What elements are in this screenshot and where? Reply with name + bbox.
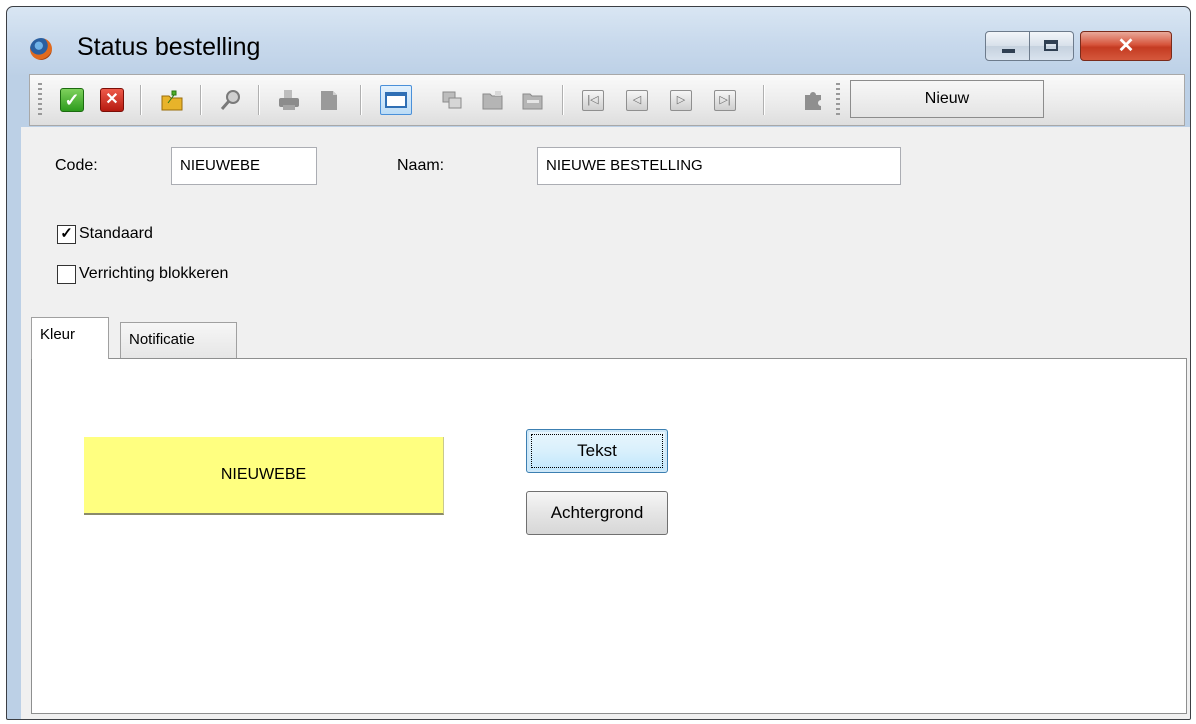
search-button[interactable] — [219, 88, 243, 112]
app-icon — [30, 38, 52, 60]
toolbar-separator — [200, 85, 201, 115]
form-area: Code: NIEUWEBE Naam: NIEUWE BESTELLING ✓… — [21, 127, 1190, 719]
record-state-display: Nieuw — [850, 80, 1044, 118]
first-record-icon: |◁ — [587, 94, 599, 106]
puzzle-icon — [805, 92, 821, 110]
code-input[interactable]: NIEUWEBE — [171, 147, 317, 185]
cancel-button[interactable]: ✕ — [100, 88, 124, 112]
folder-icon — [522, 93, 543, 110]
toolbar-grip[interactable] — [836, 83, 840, 117]
folder-open-icon — [482, 91, 503, 110]
check-icon: ✓ — [64, 90, 80, 110]
maximize-icon — [1044, 40, 1058, 51]
first-record-button[interactable]: |◁ — [582, 90, 604, 111]
next-record-icon: ▷ — [676, 94, 686, 106]
background-color-button[interactable]: Achtergrond — [526, 491, 668, 535]
toolbar-grip[interactable] — [38, 83, 42, 117]
confirm-button[interactable]: ✓ — [60, 88, 84, 112]
standard-label[interactable]: Standaard — [79, 225, 153, 243]
color-tab-panel: NIEUWEBE Tekst Achtergrond — [31, 358, 1187, 714]
name-label: Naam: — [397, 157, 445, 174]
magnifier-icon — [220, 90, 240, 110]
printer-icon — [279, 90, 299, 110]
maximize-button[interactable] — [1030, 31, 1074, 61]
title-bar[interactable]: Status bestelling ✕ — [7, 7, 1190, 75]
background-color-button-label: Achtergrond — [550, 503, 644, 522]
document-button[interactable] — [317, 88, 341, 112]
closed-folder-button[interactable] — [521, 88, 545, 112]
plugin-button[interactable] — [802, 88, 826, 112]
window-icon — [385, 92, 407, 108]
toolbar-separator — [562, 85, 563, 115]
toolbar-separator — [763, 85, 764, 115]
close-icon: ✕ — [1117, 35, 1135, 57]
window-title: Status bestelling — [77, 33, 261, 61]
close-icon: ✕ — [105, 91, 119, 108]
color-preview: NIEUWEBE — [84, 437, 444, 515]
form-view-button[interactable] — [380, 85, 412, 115]
minimize-icon — [1002, 49, 1015, 53]
document-icon — [321, 91, 337, 110]
text-color-button[interactable]: Tekst — [526, 429, 668, 473]
previous-record-button[interactable]: ◁ — [626, 90, 648, 111]
print-button[interactable] — [277, 88, 301, 112]
close-button[interactable]: ✕ — [1080, 31, 1172, 61]
copy-icon — [442, 91, 462, 109]
previous-record-icon: ◁ — [632, 94, 642, 106]
code-label: Code: — [55, 157, 98, 174]
toolbar-separator — [140, 85, 141, 115]
toolbar: ✓ ✕ |◁ ◁ ▷ ▷| Nieuw — [29, 74, 1185, 126]
checkmark-icon: ✓ — [60, 225, 73, 242]
tab-kleur[interactable]: Kleur — [31, 317, 109, 359]
open-folder-button[interactable] — [481, 88, 505, 112]
block-action-label[interactable]: Verrichting blokkeren — [79, 265, 228, 283]
tab-notificatie[interactable]: Notificatie — [120, 322, 237, 358]
toolbar-separator — [360, 85, 361, 115]
toolbar-separator — [258, 85, 259, 115]
block-action-checkbox[interactable] — [57, 265, 76, 284]
last-record-button[interactable]: ▷| — [714, 90, 736, 111]
last-record-icon: ▷| — [719, 94, 731, 106]
main-window: Status bestelling ✕ ✓ ✕ |◁ ◁ ▷ ▷| Nieuw … — [6, 6, 1191, 720]
export-button[interactable] — [160, 88, 184, 112]
name-input[interactable]: NIEUWE BESTELLING — [537, 147, 901, 185]
minimize-button[interactable] — [985, 31, 1030, 61]
standard-checkbox[interactable]: ✓ — [57, 225, 76, 244]
copy-button[interactable] — [440, 88, 464, 112]
next-record-button[interactable]: ▷ — [670, 90, 692, 111]
folder-export-icon — [161, 90, 183, 111]
